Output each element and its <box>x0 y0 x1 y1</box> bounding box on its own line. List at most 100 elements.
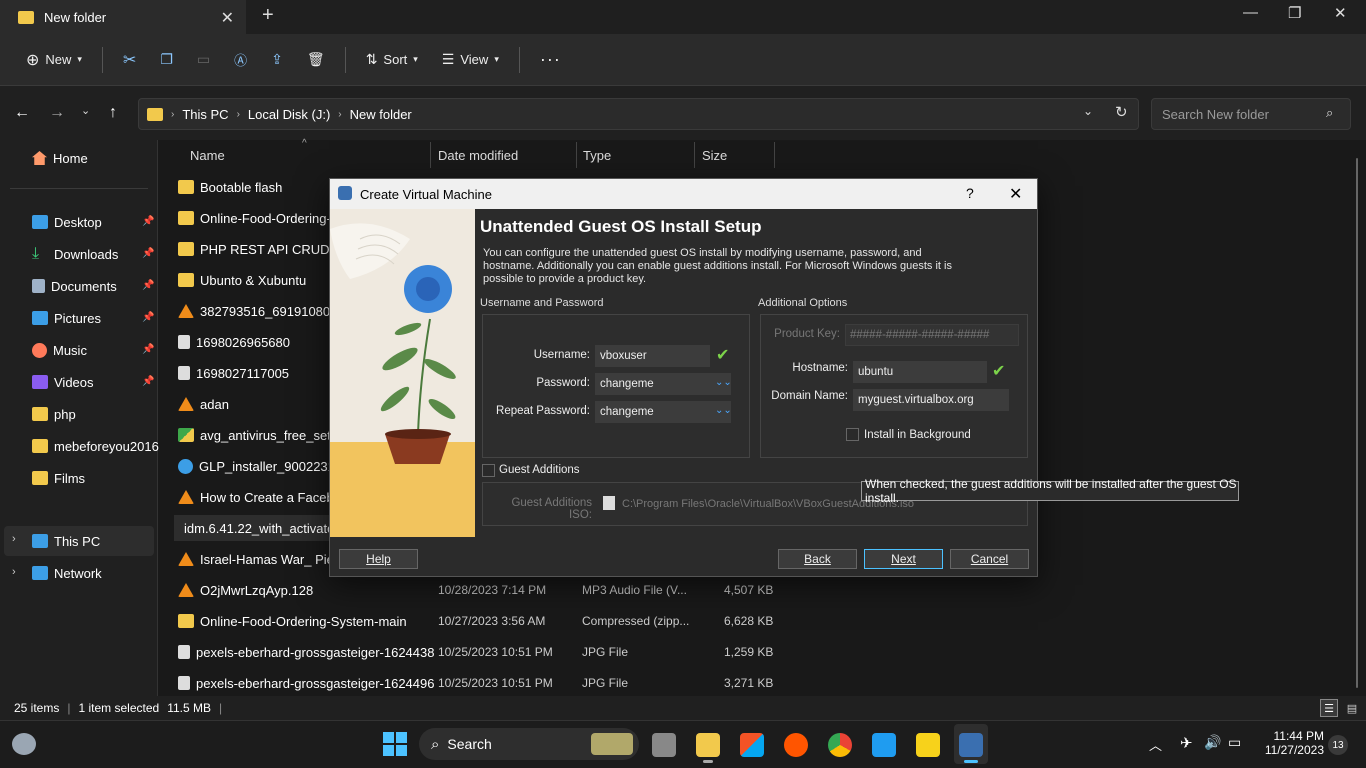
install-background-checkbox[interactable] <box>846 428 859 441</box>
search-icon[interactable]: ⌕ <box>1326 105 1333 121</box>
domain-name-input[interactable]: myguest.virtualbox.org <box>853 389 1009 411</box>
sidebar-item-films[interactable]: Films <box>32 466 85 490</box>
sidebar-item-downloads[interactable]: ⤓ Downloads <box>32 242 118 266</box>
column-header-date[interactable]: Date modified <box>438 148 518 163</box>
cancel-button[interactable]: Cancel <box>950 549 1029 569</box>
column-header-name[interactable]: Name <box>190 148 225 163</box>
table-row[interactable]: adan <box>178 391 229 417</box>
username-input[interactable]: vboxuser <box>595 345 710 367</box>
sort-button[interactable]: ⇅ Sort ▾ <box>358 42 426 78</box>
help-question-icon[interactable]: ? <box>966 185 974 201</box>
breadcrumb-new-folder[interactable]: New folder <box>350 107 412 122</box>
table-row[interactable]: Online-Food-Ordering-System-main <box>178 608 407 634</box>
table-row[interactable]: pexels-eberhard-grossgasteiger-1624496 <box>178 670 434 696</box>
repeat-password-input[interactable]: changeme <box>595 401 731 423</box>
view-button[interactable]: ☰ View ▾ <box>434 42 507 78</box>
chrome-icon[interactable] <box>828 733 852 757</box>
table-row[interactable]: PHP REST API CRUD <box>178 236 330 262</box>
refresh-icon[interactable]: ↻ <box>1115 103 1128 121</box>
sticky-notes-icon[interactable] <box>916 733 940 757</box>
next-button[interactable]: Next <box>864 549 943 569</box>
address-dropdown-icon[interactable]: ⌄ <box>1083 104 1093 118</box>
restore-icon[interactable]: ❐ <box>1288 4 1301 22</box>
sidebar-item-music[interactable]: Music <box>32 338 87 362</box>
sidebar-item-php[interactable]: php <box>32 402 76 426</box>
table-row[interactable]: How to Create a Faceboo <box>178 484 348 510</box>
column-header-size[interactable]: Size <box>702 148 727 163</box>
cut-button[interactable]: ✂ <box>115 42 144 78</box>
virtualbox-icon[interactable] <box>959 733 983 757</box>
copy-button[interactable]: ❐ <box>152 42 181 78</box>
tiles-view-icon[interactable]: ▤ <box>1343 699 1361 717</box>
rename-button[interactable]: Ⓐ <box>226 42 255 78</box>
show-hidden-icons-chevron-icon[interactable]: ︿ <box>1149 735 1162 754</box>
battery-icon[interactable]: ▭ <box>1228 734 1241 751</box>
table-row[interactable]: idm.6.41.22_with_activato <box>174 515 334 541</box>
up-arrow-icon[interactable]: ↑ <box>109 104 117 122</box>
table-row[interactable]: Online-Food-Ordering-S <box>178 205 339 231</box>
breadcrumb-this-pc[interactable]: This PC <box>182 107 228 122</box>
share-button[interactable]: ⇪ <box>263 42 291 78</box>
table-row[interactable]: Bootable flash <box>178 174 282 200</box>
expand-chevron-icon[interactable]: › <box>12 533 16 545</box>
expand-chevron-icon[interactable]: › <box>12 566 16 578</box>
table-row[interactable]: Israel-Hamas War_ Piers <box>178 546 345 572</box>
soundcloud-icon[interactable] <box>784 733 808 757</box>
delete-button[interactable]: 🗑 <box>299 42 333 78</box>
task-view-icon[interactable] <box>652 733 676 757</box>
product-key-input[interactable]: #####-#####-#####-##### <box>845 324 1019 346</box>
eye-icon[interactable]: ⌄⌄ <box>715 377 732 388</box>
notification-badge[interactable]: 13 <box>1328 735 1348 755</box>
paste-button[interactable]: ▭ <box>189 42 218 78</box>
sidebar-item-pictures[interactable]: Pictures <box>32 306 101 330</box>
minimize-icon[interactable]: — <box>1243 4 1258 21</box>
sidebar-item-network[interactable]: Network <box>32 561 102 585</box>
file-list-scrollbar[interactable] <box>1356 158 1358 688</box>
table-row[interactable]: avg_antivirus_free_setup <box>178 422 345 448</box>
password-input[interactable]: changeme <box>595 373 731 395</box>
table-row[interactable]: 1698026965680 <box>178 329 290 355</box>
vscode-icon[interactable] <box>872 733 896 757</box>
table-row[interactable]: 1698027117005 <box>178 360 289 386</box>
eye-icon[interactable]: ⌄⌄ <box>715 405 732 416</box>
sidebar-item-home[interactable]: Home <box>32 146 88 170</box>
close-window-icon[interactable]: ✕ <box>1334 4 1347 22</box>
tab-new-folder[interactable]: New folder ✕ <box>0 0 246 34</box>
clock[interactable]: 11:44 PM 11/27/2023 <box>1262 729 1324 757</box>
help-button[interactable]: Help <box>339 549 418 569</box>
search-input[interactable]: Search New folder <box>1151 98 1351 130</box>
hostname-input[interactable]: ubuntu <box>853 361 987 383</box>
sidebar-item-this-pc[interactable]: This PC <box>32 529 100 553</box>
folder-icon <box>178 242 194 256</box>
taskbar-search[interactable]: ⌕ Search <box>419 728 639 760</box>
back-arrow-icon[interactable]: ← <box>14 104 30 122</box>
back-button[interactable]: Back <box>778 549 857 569</box>
new-button[interactable]: ⊕ New ▾ <box>18 42 90 78</box>
recent-chevron-icon[interactable]: ⌄ <box>81 104 90 117</box>
sidebar-item-videos[interactable]: Videos <box>32 370 94 394</box>
volume-icon[interactable]: 🔊 <box>1204 734 1221 751</box>
close-tab-icon[interactable]: ✕ <box>221 8 234 28</box>
new-tab-icon[interactable]: + <box>262 4 274 27</box>
guest-additions-checkbox[interactable] <box>482 464 495 477</box>
weather-icon[interactable] <box>12 733 36 755</box>
file-explorer-icon[interactable] <box>696 733 720 757</box>
sidebar-item-mebeforeyou[interactable]: mebeforeyou2016b <box>32 434 166 458</box>
start-icon[interactable] <box>383 732 407 756</box>
table-row[interactable]: Ubunto & Xubuntu <box>178 267 306 293</box>
sidebar-item-desktop[interactable]: Desktop <box>32 210 102 234</box>
table-row[interactable]: pexels-eberhard-grossgasteiger-1624438 <box>178 639 434 665</box>
breadcrumb-local-disk[interactable]: Local Disk (J:) <box>248 107 330 122</box>
airplane-mode-icon[interactable]: ✈ <box>1180 734 1193 752</box>
sidebar-item-label: Pictures <box>54 310 101 326</box>
forward-arrow-icon[interactable]: → <box>49 104 65 122</box>
sidebar-item-documents[interactable]: Documents <box>32 274 117 298</box>
table-row[interactable]: O2jMwrLzqAyp.128 <box>178 577 313 603</box>
more-options-button[interactable]: ··· <box>532 42 569 78</box>
close-dialog-icon[interactable]: ✕ <box>1009 184 1022 204</box>
microsoft-store-icon[interactable] <box>740 733 764 757</box>
details-view-icon[interactable]: ☰ <box>1320 699 1338 717</box>
column-header-type[interactable]: Type <box>583 148 611 163</box>
sidebar-scrollbar[interactable] <box>150 142 156 692</box>
address-bar[interactable]: › This PC › Local Disk (J:) › New folder <box>138 98 1139 130</box>
